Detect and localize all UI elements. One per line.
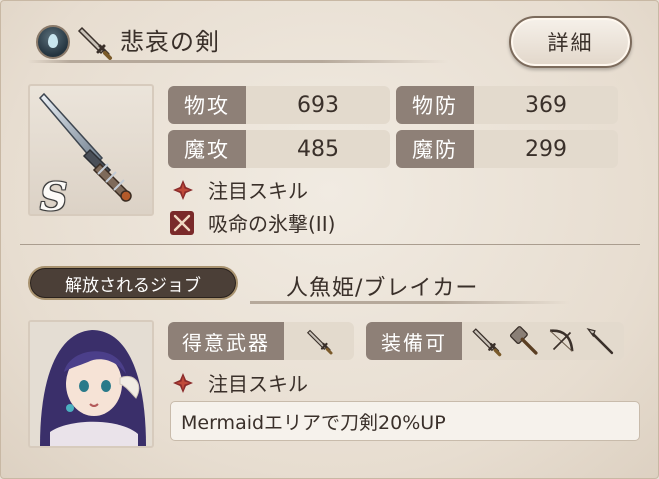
stat-physical-attack: 物攻 693 (168, 86, 390, 124)
job-focus-skill-row: 注目スキル (172, 368, 308, 397)
stat-magic-attack: 魔攻 485 (168, 130, 390, 168)
focus-skill-row: 注目スキル (172, 175, 308, 204)
preferred-weapon-label: 得意武器 (168, 322, 284, 360)
sword-icon (472, 328, 502, 357)
water-element-icon (36, 25, 70, 59)
title-underline (28, 60, 448, 63)
rank-badge: S (40, 174, 68, 219)
stat-label: 物防 (396, 86, 474, 124)
hammer-icon (509, 326, 538, 355)
weapon-name: 悲哀の剣 (120, 28, 220, 56)
stat-value: 485 (297, 136, 339, 162)
stat-value: 369 (525, 92, 567, 118)
equippable-chip: 装備可 (366, 322, 624, 360)
stat-value: 299 (525, 136, 567, 162)
character-portrait (28, 320, 154, 448)
stat-physical-defense: 物防 369 (396, 86, 618, 124)
skill-label: 注目スキル (208, 372, 308, 396)
passive-ability: Mermaidエリアで刀剣20%UP (170, 401, 640, 441)
job-name: 人魚姫/ブレイカー (286, 276, 479, 301)
spear-icon (586, 328, 614, 355)
bow-icon (549, 329, 574, 352)
equippable-label: 装備可 (366, 322, 462, 360)
detail-button[interactable]: 詳細 (509, 16, 632, 68)
job-underline (250, 301, 570, 304)
stat-label: 物攻 (168, 86, 246, 124)
skill-label: 注目スキル (208, 179, 308, 203)
cross-star-icon (173, 179, 193, 200)
cross-star-icon (173, 372, 193, 393)
preferred-weapon-chip: 得意武器 (168, 322, 354, 360)
skill-row[interactable]: 吸命の氷撃(II) (170, 208, 335, 237)
stat-label: 魔防 (396, 130, 474, 168)
sword-icon (77, 26, 112, 60)
sword-icon (306, 329, 333, 355)
section-divider (20, 244, 640, 245)
portrait-art (30, 322, 152, 446)
stat-magic-defense: 魔防 299 (396, 130, 618, 168)
stat-label: 魔攻 (168, 130, 246, 168)
stat-value: 693 (297, 92, 339, 118)
crossed-swords-icon (170, 210, 194, 235)
unlock-job-tag: 解放されるジョブ (28, 266, 238, 300)
skill-label: 吸命の氷撃(II) (208, 212, 336, 236)
